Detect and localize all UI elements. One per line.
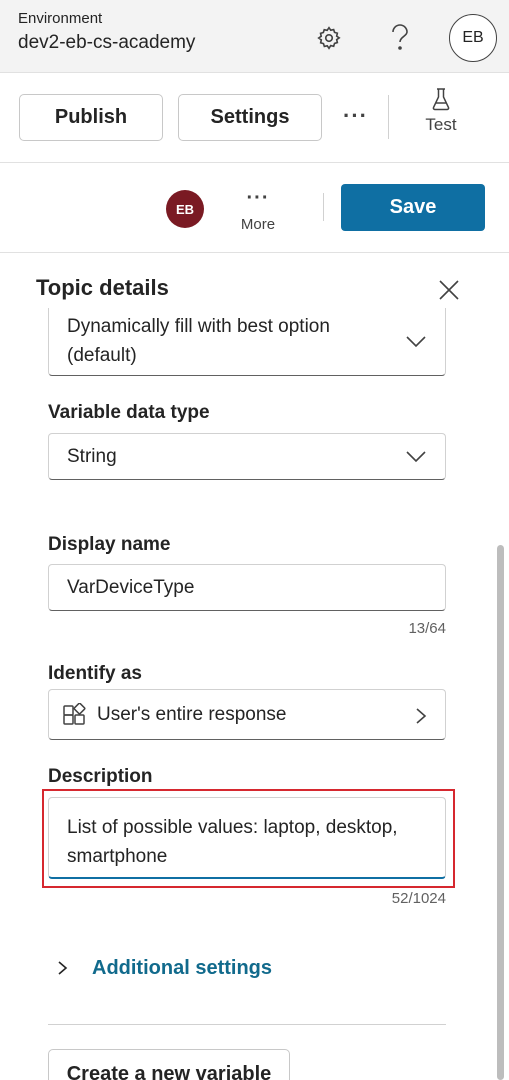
editor-bar: EB ··· More Save [0,163,509,253]
display-name-counter: 13/64 [408,620,446,637]
chevron-down-icon [406,335,426,347]
description-textarea[interactable]: List of possible values: laptop, desktop… [48,797,446,879]
more-dots-icon: ··· [246,187,270,209]
chevron-right-icon [58,961,68,975]
fill-option-dropdown[interactable]: Dynamically fill with best option (defau… [48,308,446,376]
additional-settings-toggle[interactable]: Additional settings [54,953,272,983]
panel-title: Topic details [36,275,169,300]
more-button[interactable]: ··· More [234,187,282,235]
description-counter: 52/1024 [391,890,446,907]
settings-button[interactable]: Settings [178,94,322,141]
variable-data-type-dropdown[interactable]: String [48,433,446,480]
environment-label: Environment [18,10,103,27]
close-icon[interactable] [436,277,462,303]
display-name-value: VarDeviceType [67,577,195,598]
flask-icon [432,88,450,111]
environment-bar: Environment dev2-eb-cs-academy EB [0,0,509,73]
display-name-input[interactable]: VarDeviceType [48,564,446,611]
fill-option-value: Dynamically fill with best option (defau… [67,316,330,366]
identify-as-selector[interactable]: User's entire response [48,689,446,740]
identify-as-value: User's entire response [97,704,287,725]
display-name-label: Display name [48,534,171,555]
command-bar: Publish Settings ··· Test [0,73,509,163]
test-label: Test [425,115,457,134]
variable-data-type-value: String [67,446,117,467]
identify-as-label: Identify as [48,663,142,684]
more-label: More [240,216,276,233]
environment-name[interactable]: dev2-eb-cs-academy [18,32,195,54]
collaborator-avatar[interactable]: EB [166,190,204,228]
chevron-down-icon [406,450,426,462]
description-label: Description [48,766,153,787]
variable-data-type-label: Variable data type [48,402,210,423]
user-avatar[interactable]: EB [449,14,497,62]
test-button[interactable]: Test [410,87,472,147]
toolbar-divider [388,95,389,139]
section-divider [48,1024,446,1025]
chevron-right-icon [416,708,427,724]
topic-details-panel: Topic details Dynamically fill with best… [0,253,509,1080]
help-question-icon[interactable] [382,20,418,56]
editor-divider [323,193,324,221]
more-options-icon[interactable]: ··· [343,103,368,129]
panel-scrollbar[interactable] [497,545,504,1080]
save-button[interactable]: Save [341,184,485,231]
create-new-variable-button[interactable]: Create a new variable [48,1049,290,1080]
additional-settings-label: Additional settings [92,956,272,979]
entity-icon [63,703,86,725]
settings-gear-icon[interactable] [311,20,347,56]
publish-button[interactable]: Publish [19,94,163,141]
